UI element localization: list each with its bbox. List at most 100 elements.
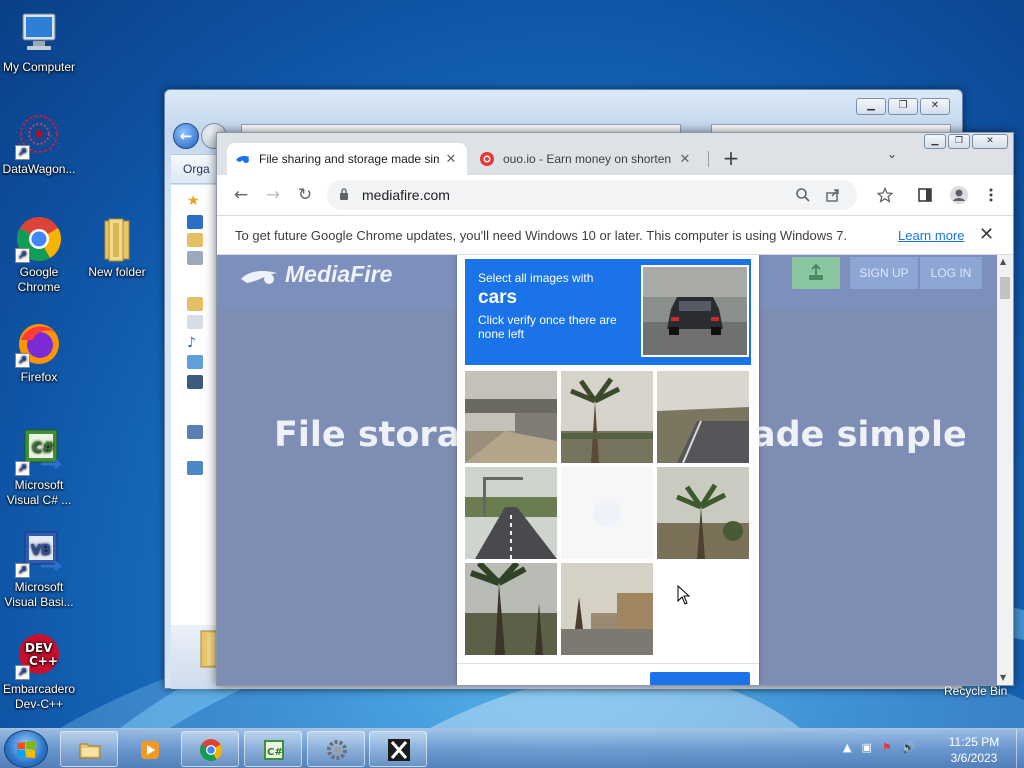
desktop-icon-new-folder[interactable]: New folder [78,215,156,280]
taskbar: C# ▲ ▣ ⚑ 🔊 11:25 PM 3/6/2023 [0,728,1024,768]
tab-search-chevron-icon[interactable]: ⌄ [887,147,897,161]
captcha-challenge[interactable]: Select all images with cars Click verify… [457,255,759,685]
kebab-menu-icon[interactable] [983,187,999,203]
tab-title: File sharing and storage made simple [259,152,439,166]
back-button[interactable]: ← [229,184,253,206]
mediafire-logo-icon[interactable] [239,267,279,287]
clock[interactable]: 11:25 PM 3/6/2023 [934,734,1014,766]
taskbar-explorer[interactable] [60,731,118,767]
signup-button[interactable]: SIGN UP [850,257,918,289]
tab-mediafire[interactable]: File sharing and storage made simple ✕ [227,143,467,175]
documents-nav-icon[interactable] [187,315,203,329]
datawagon-icon: ↗ [15,112,63,160]
organize-button[interactable]: Orga [183,162,210,176]
new-tab-button[interactable]: + [720,146,742,170]
start-button[interactable] [4,730,48,768]
captcha-tile[interactable] [657,467,749,559]
minimize-button[interactable]: ▁ [856,98,886,115]
navigation-pane: ★ ♪ [171,185,219,625]
verify-button[interactable] [650,672,750,685]
learn-more-link[interactable]: Learn more [898,228,964,243]
maximize-button[interactable]: ❐ [888,98,918,115]
desktop-icon-dev-cpp[interactable]: DEV C++ ↗ Embarcadero Dev-C++ [0,632,78,712]
captcha-tile-loading[interactable] [561,467,653,559]
network-nav-icon[interactable] [187,461,203,475]
desktop-icon-datawagon[interactable]: ↗ DataWagon... [0,112,78,177]
taskbar-visual-csharp[interactable]: C# [244,731,302,767]
desktop-icon-visual-basic[interactable]: VB ↗ Microsoft Visual Basi... [0,530,78,610]
taskbar-media-player[interactable] [120,731,178,767]
address-bar[interactable]: mediafire.com [327,180,857,210]
svg-text:C++: C++ [29,654,58,668]
page-viewport[interactable]: MediaFire SIGN UP LOG IN File storag ade… [217,255,997,685]
favorites-star-icon[interactable]: ★ [187,193,203,209]
desktop-icon-google-chrome[interactable]: ↗ Google Chrome [0,215,78,295]
upload-button[interactable] [792,257,840,289]
forward-button[interactable]: → [261,184,285,206]
tab-ouo[interactable]: ouo.io - Earn money on shorten links ✕ [471,143,701,175]
scroll-up-icon[interactable]: ▲ [1000,257,1006,266]
action-center-icon[interactable]: ⚑ [882,741,892,754]
recent-places-nav-icon[interactable] [187,251,203,265]
maximize-button[interactable]: ❐ [948,134,970,149]
media-player-icon [141,741,159,759]
clock-date: 3/6/2023 [950,751,998,765]
login-button[interactable]: LOG IN [920,257,982,289]
desktop-icon-my-computer[interactable]: My Computer [0,10,78,75]
upload-icon [809,263,823,280]
network-icon[interactable]: ▣ [861,741,871,754]
captcha-tile[interactable] [465,467,557,559]
side-panel-icon[interactable] [917,187,933,203]
back-button[interactable]: ← [173,123,199,149]
tab-close-icon[interactable]: ✕ [677,151,693,167]
close-button[interactable]: ✕ [972,134,1008,149]
libraries-nav-icon[interactable] [187,297,203,311]
scrollbar-thumb[interactable] [1000,277,1010,299]
vertical-scrollbar[interactable]: ▲ ▼ [997,255,1013,685]
tab-close-icon[interactable]: ✕ [443,151,459,167]
captcha-tile[interactable] [561,563,653,655]
taskbar-settings[interactable] [307,731,365,767]
desktop-icon-visual-csharp[interactable]: C# ↗ Microsoft Visual C# ... [0,428,78,508]
music-nav-icon[interactable]: ♪ [187,335,203,351]
captcha-tile[interactable] [465,371,557,463]
captcha-sample-image [641,265,749,357]
chrome-window[interactable]: ▁ ❐ ✕ File sharing and storage made simp… [216,132,1014,686]
x-app-icon [388,739,410,761]
captcha-tile[interactable] [465,563,557,655]
mediafire-logo[interactable]: MediaFire [285,261,392,288]
desktop-nav-icon[interactable] [187,215,203,229]
captcha-tile[interactable] [561,371,653,463]
mouse-cursor-icon [677,585,691,605]
recycle-bin-label[interactable]: Recycle Bin [944,684,1007,698]
desktop-icon-label: Firefox [20,370,58,384]
videos-nav-icon[interactable] [187,375,203,389]
minimize-button[interactable]: ▁ [924,134,946,149]
taskbar-chrome[interactable] [181,731,239,767]
downloads-nav-icon[interactable] [187,233,203,247]
close-button[interactable]: ✕ [920,98,950,115]
profile-avatar-icon[interactable] [949,185,969,205]
pictures-nav-icon[interactable] [187,355,203,369]
gear-icon [327,740,347,760]
taskbar-x-app[interactable] [369,731,427,767]
reload-button[interactable]: ↻ [293,184,317,206]
hero-heading-left: File storag [274,415,486,455]
computer-nav-icon[interactable] [187,425,203,439]
scroll-down-icon[interactable]: ▼ [1000,673,1006,682]
show-desktop-button[interactable] [1016,729,1024,768]
captcha-header: Select all images with cars Click verify… [465,259,751,365]
volume-icon[interactable]: 🔊 [902,741,916,754]
shortcut-arrow-icon: ↗ [15,145,30,160]
chrome-icon: ↗ [15,215,63,263]
desktop-icon-firefox[interactable]: ↗ Firefox [0,320,78,385]
chrome-toolbar: ← → ↻ mediafire.com [217,175,1013,215]
captcha-tile[interactable] [657,371,749,463]
shortcut-arrow-icon: ↗ [15,665,30,680]
share-icon[interactable] [825,187,841,203]
infobar-close-icon[interactable]: ✕ [979,224,994,245]
zoom-search-icon[interactable] [795,187,811,203]
bookmark-star-icon[interactable] [877,187,893,203]
svg-text:VB: VB [31,543,51,558]
show-hidden-icons-icon[interactable]: ▲ [843,741,851,754]
